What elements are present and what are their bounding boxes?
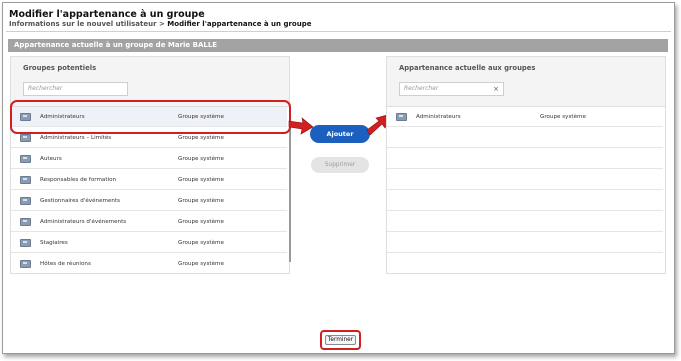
list-item[interactable]: Administrateurs Groupe système <box>387 107 663 127</box>
clear-search-icon[interactable]: × <box>493 83 499 95</box>
group-type: Groupe système <box>178 156 224 162</box>
group-name: Administrateurs – Limités <box>40 135 112 141</box>
group-name: Auteurs <box>40 156 62 162</box>
selected-row-highlight <box>10 100 291 134</box>
list-item[interactable]: Stagiaires Groupe système <box>11 233 287 253</box>
group-name: Stagiaires <box>40 240 68 246</box>
group-name: Responsables de formation <box>40 177 117 183</box>
list-item[interactable]: Hôtes de réunions Groupe système <box>11 254 287 274</box>
group-icon <box>20 176 31 184</box>
list-item[interactable]: Gestionnaires d'événements Groupe systèm… <box>11 191 287 211</box>
search-placeholder: Rechercher <box>28 85 63 92</box>
empty-row <box>387 191 663 211</box>
group-name: Gestionnaires d'événements <box>40 198 121 204</box>
list-item[interactable]: Responsables de formation Groupe système <box>11 170 287 190</box>
potential-groups-title: Groupes potentiels <box>23 64 97 72</box>
finish-button[interactable]: Terminer <box>325 335 356 345</box>
group-icon <box>20 260 31 268</box>
search-placeholder: Rechercher <box>404 85 439 92</box>
header-divider <box>6 31 671 32</box>
page-title: Modifier l'appartenance à un groupe <box>9 9 205 20</box>
potential-groups-panel: Groupes potentiels Rechercher Administra… <box>10 56 291 274</box>
breadcrumb: Informations sur le nouvel utilisateur >… <box>9 20 311 28</box>
group-icon <box>20 197 31 205</box>
group-icon <box>20 155 31 163</box>
section-header: Appartenance actuelle à un groupe de Mar… <box>8 39 668 52</box>
panel-header: Appartenance actuelle aux groupes Recher… <box>387 57 665 107</box>
group-name: Administrateurs <box>416 114 461 120</box>
remove-button[interactable]: Supprimer <box>311 157 369 173</box>
breadcrumb-separator: > <box>158 20 165 28</box>
current-groups-title: Appartenance actuelle aux groupes <box>399 64 536 72</box>
breadcrumb-current: Modifier l'appartenance à un groupe <box>167 20 312 28</box>
breadcrumb-parent-link[interactable]: Informations sur le nouvel utilisateur <box>9 20 157 28</box>
empty-row <box>387 149 663 169</box>
group-name: Administrateurs d'événements <box>40 219 127 225</box>
group-icon <box>20 134 31 142</box>
empty-row <box>387 128 663 148</box>
list-item[interactable]: Auteurs Groupe système <box>11 149 287 169</box>
list-item[interactable]: Administrateurs d'événements Groupe syst… <box>11 212 287 232</box>
group-icon <box>20 218 31 226</box>
group-icon <box>20 239 31 247</box>
group-type: Groupe système <box>178 240 224 246</box>
empty-row <box>387 170 663 190</box>
group-type: Groupe système <box>178 135 224 141</box>
current-groups-search-input[interactable]: Rechercher × <box>399 82 504 96</box>
group-name: Hôtes de réunions <box>40 261 91 267</box>
finish-button-highlight: Terminer <box>320 330 361 350</box>
current-groups-panel: Appartenance actuelle aux groupes Recher… <box>386 56 666 274</box>
group-type: Groupe système <box>178 261 224 267</box>
group-icon <box>396 113 407 121</box>
potential-groups-search-input[interactable]: Rechercher <box>23 82 128 96</box>
group-type: Groupe système <box>178 219 224 225</box>
group-type: Groupe système <box>178 198 224 204</box>
empty-row <box>387 233 663 253</box>
empty-row <box>387 212 663 232</box>
add-button[interactable]: Ajouter <box>310 125 370 143</box>
group-type: Groupe système <box>178 177 224 183</box>
group-type: Groupe système <box>540 114 586 120</box>
